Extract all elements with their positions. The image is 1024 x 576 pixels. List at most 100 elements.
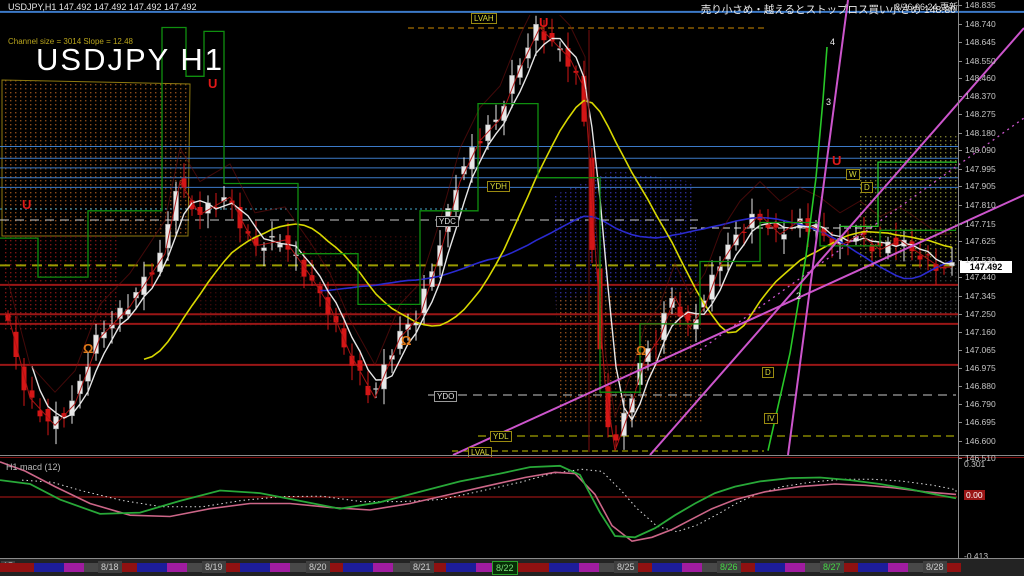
- session-color-segment: [343, 563, 373, 572]
- price-axis-tick: [959, 350, 962, 352]
- object-label-ydh[interactable]: YDH: [487, 181, 510, 192]
- trendline-number: 4: [830, 37, 836, 47]
- session-color-segment: [785, 563, 805, 572]
- session-color-segment: [579, 563, 599, 572]
- time-axis-label[interactable]: 8/20: [306, 561, 330, 573]
- time-axis-label[interactable]: 8/18: [98, 561, 122, 573]
- top-level-annotation: 売り小さめ・越えるとストップロス買い小さめ 148.80: [700, 4, 956, 16]
- price-axis-tick: [959, 95, 962, 97]
- session-color-segment: [270, 563, 290, 572]
- session-color-segment: [240, 563, 270, 572]
- price-axis-tick: [959, 42, 962, 44]
- time-axis-label[interactable]: 8/19: [202, 561, 226, 573]
- price-axis-label: 146.695: [965, 417, 996, 428]
- pattern-symbol-icon: U: [22, 197, 32, 212]
- price-axis-tick: [959, 422, 962, 424]
- time-axis-label[interactable]: 8/21: [410, 561, 434, 573]
- price-axis-tick: [959, 259, 962, 261]
- trendline-number: 3: [826, 97, 832, 107]
- price-axis-tick: [959, 458, 962, 460]
- session-color-segment: [34, 563, 64, 572]
- macd-green-line: [0, 464, 957, 539]
- price-axis-tick: [959, 23, 962, 25]
- session-color-segment: [549, 563, 579, 572]
- price-axis[interactable]: 147.492 148.835 148.740 148.645 148.550 148.…: [958, 0, 1024, 560]
- session-color-segment: [0, 563, 34, 572]
- price-axis-tick: [959, 386, 962, 388]
- macd-pane: [0, 461, 957, 543]
- session-color-segment: [755, 563, 785, 572]
- time-axis-label[interactable]: 8/22: [492, 561, 518, 575]
- macd-pink-line: [0, 461, 957, 543]
- price-axis-label: 148.460: [965, 73, 996, 84]
- pattern-symbol-icon: Ω: [636, 343, 647, 358]
- session-color-segment: [137, 563, 167, 572]
- trendline-number: 2: [796, 291, 802, 301]
- price-axis-tick: [959, 114, 962, 116]
- price-axis-label: 148.835: [965, 0, 996, 11]
- object-label-ydc[interactable]: YDC: [436, 216, 459, 227]
- time-axis-label[interactable]: 8/26: [717, 561, 741, 573]
- price-axis-label: 147.530: [965, 254, 996, 265]
- time-axis-label[interactable]: 8/25: [614, 561, 638, 573]
- price-axis-label: 147.160: [965, 326, 996, 337]
- price-axis-tick: [959, 440, 962, 442]
- object-label-w[interactable]: W: [846, 169, 860, 180]
- object-label-ydo[interactable]: YDO: [434, 391, 458, 402]
- price-axis-tick: [959, 78, 962, 80]
- price-axis-label: 148.090: [965, 145, 996, 156]
- price-axis-tick: [959, 60, 962, 62]
- pattern-symbol-icon: Ω: [401, 333, 412, 348]
- price-axis-label: 148.370: [965, 90, 996, 101]
- pane-divider-red: [0, 457, 1024, 458]
- symbol-ohlc-info: USDJPY,H1 147.492 147.492 147.492 147.49…: [8, 2, 197, 12]
- price-axis-tick: [959, 277, 962, 279]
- price-axis-label: 148.180: [965, 127, 996, 138]
- session-color-segment: [64, 563, 84, 572]
- macd-indicator-label: H1 macd (12): [6, 462, 61, 472]
- price-axis-tick: [959, 403, 962, 405]
- time-axis[interactable]: 15 8/188/198/208/218/228/258/268/278/28: [0, 558, 1024, 576]
- price-axis-label: 147.995: [965, 163, 996, 174]
- object-label-lvah[interactable]: LVAH: [471, 13, 497, 24]
- object-label-d[interactable]: D: [861, 182, 873, 193]
- price-axis-label: 146.880: [965, 381, 996, 392]
- time-axis-label[interactable]: 8/28: [923, 561, 947, 573]
- pattern-symbol-icon: U: [832, 153, 842, 168]
- pattern-symbol-icon: U: [539, 15, 549, 30]
- price-axis-label: 147.715: [965, 218, 996, 229]
- price-axis-tick: [959, 331, 962, 333]
- session-color-segment: [858, 563, 888, 572]
- price-axis-label: 146.600: [965, 435, 996, 446]
- price-axis-label: 147.810: [965, 199, 996, 210]
- session-color-segment: [446, 563, 476, 572]
- price-axis-label: 148.645: [965, 37, 996, 48]
- chart-title: USDJPY H1: [36, 42, 224, 77]
- session-color-segment: [167, 563, 187, 572]
- channel-info-text: Channel size = 3014 Slope = 12.48: [8, 37, 133, 46]
- object-label-ydl[interactable]: YDL: [490, 431, 512, 442]
- time-axis-label[interactable]: 8/27: [820, 561, 844, 573]
- price-axis-label: 147.905: [965, 181, 996, 192]
- price-axis-tick: [959, 241, 962, 243]
- price-axis-tick: [959, 168, 962, 170]
- price-axis-label: 147.625: [965, 236, 996, 247]
- price-axis-tick: [959, 5, 962, 7]
- price-axis-label: 146.975: [965, 362, 996, 373]
- price-axis-tick: [959, 295, 962, 297]
- price-axis-label: 146.510: [965, 453, 996, 464]
- price-axis-tick: [959, 150, 962, 152]
- session-color-segment: [888, 563, 908, 572]
- session-color-segment: [652, 563, 682, 572]
- pattern-symbol-icon: U: [208, 76, 218, 91]
- price-axis-label: 146.790: [965, 398, 996, 409]
- pattern-symbol-icon: Ω: [83, 341, 94, 356]
- price-axis-tick: [959, 204, 962, 206]
- object-label-d[interactable]: D: [762, 367, 774, 378]
- session-color-segment: [373, 563, 393, 572]
- price-axis-tick: [959, 223, 962, 225]
- price-axis-label: 147.065: [965, 345, 996, 356]
- trading-chart-screen: USDJPY,H1 147.492 147.492 147.492 147.49…: [0, 0, 1024, 576]
- object-label-iv[interactable]: IV: [764, 413, 778, 424]
- main-chart-svg[interactable]: [0, 0, 1024, 576]
